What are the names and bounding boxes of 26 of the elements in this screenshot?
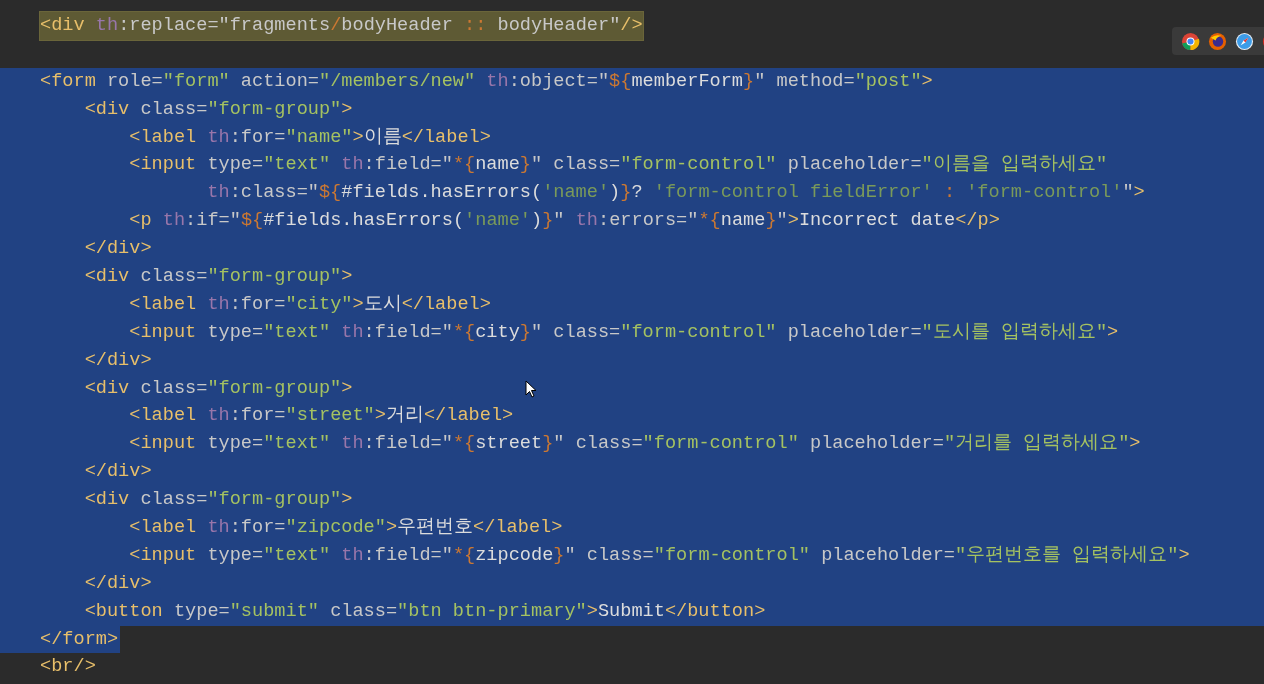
- code-line: </div>: [83, 571, 152, 596]
- code-line: <input type="text" th:field="*{street}" class="form-control" placeholder="거리를 입력하세요">: [128, 432, 1141, 457]
- code-line: </div>: [83, 460, 152, 485]
- code-line: <input type="text" th:field="*{zipcode}" class="form-control" placeholder="우편번호를 입력하세요">: [128, 543, 1190, 568]
- code-line: </div>: [83, 237, 152, 262]
- compass-icon[interactable]: [1235, 31, 1254, 51]
- code-line: <button type="submit" class="btn btn-primary">Submit</button>: [83, 599, 766, 624]
- code-line: <div class="form-group">: [83, 488, 353, 513]
- code-line: <div class="form-group">: [83, 97, 353, 122]
- code-line: <div class="form-group">: [83, 376, 353, 401]
- browser-icon[interactable]: [1208, 31, 1227, 51]
- code-line: <div class="form-group">: [83, 265, 353, 289]
- pointer-icon: [525, 380, 537, 398]
- code-line: <input type="text" th:field="*{city}" class="form-control" placeholder="도시를 입력하세요">: [128, 320, 1119, 345]
- browser-icon[interactable]: [1181, 31, 1200, 51]
- code-line: <label th:for="zipcode">우편번호</label>: [128, 516, 563, 541]
- code-line: <label th:for="name">이름</label>: [128, 125, 491, 150]
- code-line: <p th:if="${#fields.hasErrors('name')}" th:errors="*{name}">Incorrect date</p>: [128, 209, 1000, 234]
- code-line: </div>: [83, 348, 152, 373]
- code-line: th:class="${#fields.hasErrors('name')}? 'form-control fieldError' : 'form-control'">: [206, 181, 1145, 206]
- code-line: <label th:for="city">도시</label>: [128, 292, 491, 317]
- code-line: </form>: [40, 627, 119, 652]
- code-line: <label th:for="street">거리</label>: [128, 404, 514, 429]
- code-line: <form role="form" action="/members/new" th:object="${memberForm}" method="post">: [40, 69, 933, 94]
- code-line: <input type="text" th:field="*{name}" class="form-control" placeholder="이름을 입력하세요": [128, 153, 1108, 178]
- code-line: <br/>: [40, 655, 96, 680]
